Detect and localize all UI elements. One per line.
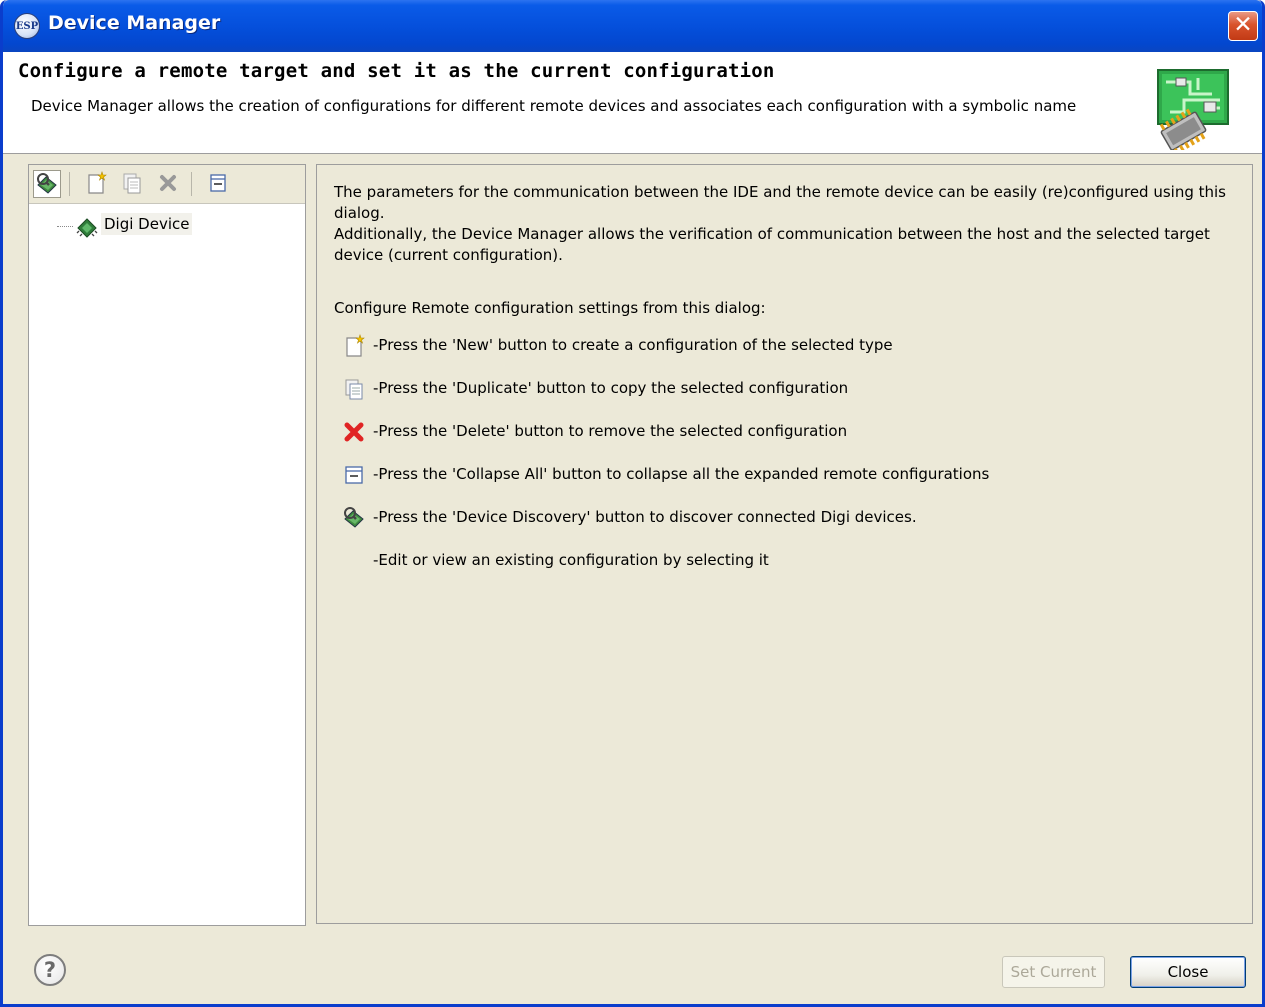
window-close-button[interactable]: ✕: [1228, 11, 1258, 41]
instruction-device-discovery: -Press the 'Device Discovery' button to …: [341, 505, 1221, 531]
tree-toolbar: [29, 165, 305, 204]
instruction-text: -Press the 'Collapse All' button to coll…: [373, 465, 990, 483]
info-paragraph: Additionally, the Device Manager allows …: [334, 225, 1210, 264]
tree-item-digi-device[interactable]: Digi Device: [57, 213, 227, 239]
window-title: Device Manager: [48, 12, 221, 34]
instruction-duplicate: -Press the 'Duplicate' button to copy th…: [341, 376, 1221, 402]
duplicate-config-icon[interactable]: [119, 170, 147, 198]
delete-config-icon[interactable]: [155, 170, 183, 198]
app-logo-icon: ESP: [14, 13, 40, 39]
device-discovery-icon[interactable]: [33, 170, 61, 198]
instruction-text: -Press the 'Delete' button to remove the…: [373, 422, 848, 440]
collapse-all-icon: [345, 466, 363, 484]
dialog-header: Configure a remote target and set it as …: [3, 52, 1262, 154]
instruction-text: -Edit or view an existing configuration …: [373, 551, 769, 569]
device-discovery-icon: [344, 507, 364, 528]
instruction-text: -Press the 'New' button to create a conf…: [373, 336, 893, 354]
digi-device-icon: [76, 218, 98, 238]
new-config-icon[interactable]: [83, 170, 111, 198]
header-title: Configure a remote target and set it as …: [18, 60, 775, 82]
instruction-collapse-all: -Press the 'Collapse All' button to coll…: [341, 462, 1221, 488]
instruction-edit: -Edit or view an existing configuration …: [341, 548, 1221, 574]
instruction-new: -Press the 'New' button to create a conf…: [341, 333, 1221, 359]
info-panel: The parameters for the communication bet…: [316, 164, 1253, 924]
toolbar-separator: [69, 172, 70, 196]
instruction-delete: -Press the 'Delete' button to remove the…: [341, 419, 1221, 445]
device-manager-dialog: ESP Device Manager ✕ Configure a remote …: [0, 0, 1265, 1007]
collapse-all-icon[interactable]: [205, 170, 233, 198]
header-description: Device Manager allows the creation of co…: [31, 97, 1077, 115]
new-icon: [346, 334, 365, 357]
toolbar-separator: [191, 172, 192, 196]
help-icon[interactable]: ?: [34, 954, 66, 986]
configuration-tree-panel: Digi Device: [28, 164, 306, 926]
info-paragraph: The parameters for the communication bet…: [334, 183, 1227, 222]
instruction-text: -Press the 'Duplicate' button to copy th…: [373, 379, 849, 397]
info-intro: The parameters for the communication bet…: [334, 182, 1239, 266]
close-button[interactable]: Close: [1130, 956, 1246, 988]
instruction-text: -Press the 'Device Discovery' button to …: [373, 508, 917, 526]
tree-connector: [57, 226, 73, 227]
tree-item-label: Digi Device: [101, 213, 193, 235]
info-subheading: Configure Remote configuration settings …: [334, 299, 766, 317]
circuit-board-chip-icon: [1157, 69, 1229, 150]
delete-icon: [344, 422, 364, 442]
duplicate-icon: [345, 379, 363, 400]
set-current-button[interactable]: Set Current: [1002, 956, 1105, 988]
title-bar[interactable]: ESP Device Manager ✕: [3, 0, 1262, 52]
